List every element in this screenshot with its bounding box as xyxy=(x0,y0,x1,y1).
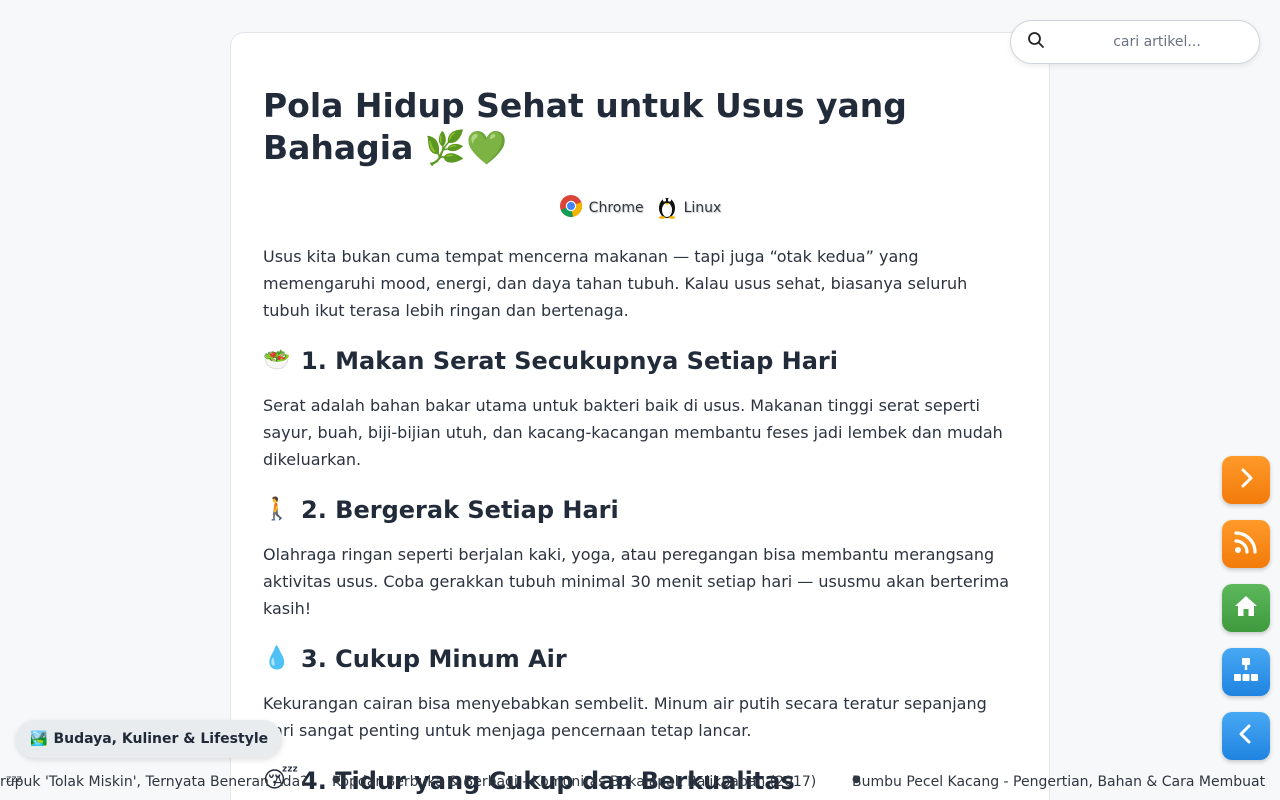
next-button[interactable] xyxy=(1222,456,1270,504)
search-input[interactable] xyxy=(1057,34,1257,50)
section-heading-text: 2. Bergerak Setiap Hari xyxy=(301,496,619,524)
section-paragraph: Kekurangan cairan bisa menyebabkan sembe… xyxy=(263,694,987,740)
salad-icon: 🥗 xyxy=(263,348,291,373)
badge-linux: Linux xyxy=(656,193,722,223)
back-button[interactable] xyxy=(1222,712,1270,760)
badge-label: Chrome xyxy=(588,200,644,216)
section-paragraph: Olahraga ringan seperti berjalan kaki, y… xyxy=(263,545,1010,618)
search-box[interactable] xyxy=(1010,20,1260,64)
chevron-right-icon xyxy=(1235,467,1257,493)
badge-chrome: Chrome xyxy=(559,194,644,222)
category-pill[interactable]: 🏞️ Budaya, Kuliner & Lifestyle xyxy=(16,720,283,758)
article-card: Pola Hidup Sehat untuk Usus yang Bahagia… xyxy=(230,32,1050,800)
section-heading-text: 3. Cukup Minum Air xyxy=(301,645,567,673)
home-icon xyxy=(1233,594,1259,622)
search-icon[interactable] xyxy=(1027,31,1045,53)
walking-person-icon: 🚶 xyxy=(263,497,291,522)
page-title: Pola Hidup Sehat untuk Usus yang Bahagia… xyxy=(263,86,907,167)
linux-tux-icon xyxy=(656,193,678,223)
water-drop-icon: 💧 xyxy=(263,646,291,671)
news-ticker: rupuk 'Tolak Miskin', Ternyata Beneran A… xyxy=(0,774,1266,790)
platform-badges: Chrome Linux xyxy=(263,193,1017,223)
section-heading: 💧 3. Cukup Minum Air xyxy=(263,644,1017,674)
section-paragraph: Serat adalah bahan bakar utama untuk bak… xyxy=(263,396,1003,469)
section-heading-text: 1. Makan Serat Secukupnya Setiap Hari xyxy=(301,347,838,375)
section-heading: 🚶 2. Bergerak Setiap Hari xyxy=(263,495,1017,525)
rss-button[interactable] xyxy=(1222,520,1270,568)
landscape-icon: 🏞️ xyxy=(30,731,48,747)
section-heading: 🥗 1. Makan Serat Secukupnya Setiap Hari xyxy=(263,346,1017,376)
intro-paragraph: Usus kita bukan cuma tempat mencerna mak… xyxy=(263,247,968,320)
home-button[interactable] xyxy=(1222,584,1270,632)
sitemap-icon xyxy=(1232,657,1260,687)
rss-icon xyxy=(1233,529,1259,559)
sitemap-button[interactable] xyxy=(1222,648,1270,696)
chrome-icon xyxy=(559,194,583,222)
badge-label: Linux xyxy=(683,200,722,216)
chevron-left-icon xyxy=(1235,723,1257,749)
category-label: Budaya, Kuliner & Lifestyle xyxy=(53,731,269,747)
